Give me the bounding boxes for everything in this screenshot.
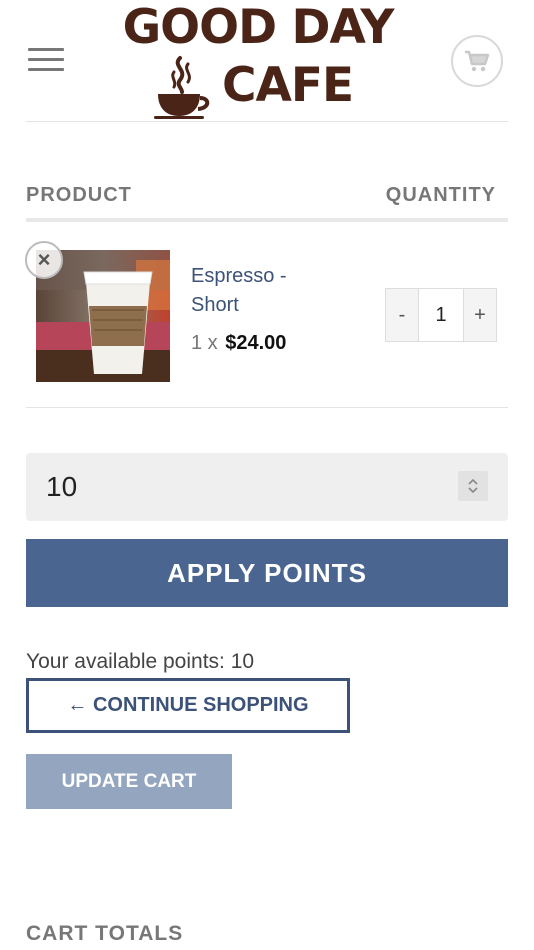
points-input[interactable]: 10 [26, 453, 508, 521]
header-divider [26, 121, 508, 122]
cart-icon [465, 50, 490, 72]
continue-shopping-button[interactable]: ← CONTINUE SHOPPING [26, 678, 350, 733]
update-cart-button[interactable]: UPDATE CART [26, 754, 232, 809]
quantity-stepper: - 1 + [385, 288, 497, 342]
site-header: GOOD DAY CAFE [0, 0, 534, 122]
product-name-link[interactable]: Espresso - Short [191, 262, 311, 320]
apply-points-button[interactable]: APPLY POINTS [26, 539, 508, 607]
cart-totals-heading: CART TOTALS [26, 922, 184, 945]
points-input-value: 10 [46, 471, 78, 502]
site-logo[interactable]: GOOD DAY CAFE [112, 2, 404, 120]
available-points-text: Your available points: 10 [26, 650, 255, 673]
table-header-divider [26, 218, 508, 222]
number-spinner[interactable] [458, 471, 488, 501]
increase-quantity-button[interactable]: + [464, 289, 496, 341]
logo-text-line1: GOOD DAY [122, 0, 395, 55]
cart-button[interactable] [451, 35, 503, 87]
coffee-cup-logo-icon [154, 56, 210, 119]
close-icon: × [37, 247, 51, 272]
cart-page: GOOD DAY CAFE PRODUCT QUANTITY × Espress… [0, 0, 534, 950]
quantity-input[interactable]: 1 [418, 289, 464, 341]
quantity-prefix: 1 x [191, 332, 218, 354]
decrease-quantity-button[interactable]: - [386, 289, 418, 341]
item-divider [26, 407, 508, 408]
chevron-down-icon [468, 487, 478, 494]
product-price: 1 x $24.00 [191, 332, 286, 355]
price-value: $24.00 [225, 332, 287, 354]
hamburger-icon[interactable] [28, 48, 64, 74]
remove-item-button[interactable]: × [25, 241, 63, 279]
product-column-header: PRODUCT [26, 184, 132, 206]
chevron-up-icon [468, 478, 478, 485]
quantity-column-header: QUANTITY [385, 184, 496, 206]
logo-text-line2: CAFE [222, 58, 354, 113]
